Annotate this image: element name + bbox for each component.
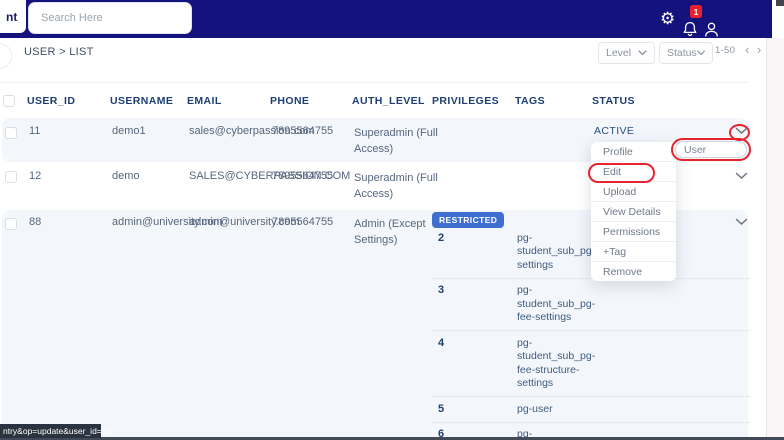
privilege-number: 5 (438, 402, 445, 415)
right-side-panel-strip (766, 38, 784, 440)
privilege-number: 3 (438, 284, 445, 296)
privilege-item: 5 pg-user (432, 397, 750, 423)
search-box (28, 2, 192, 34)
cell-phone: 7895564755 (272, 125, 334, 137)
chevron-down-icon (697, 50, 705, 56)
row-actions-chevron-icon[interactable] (735, 218, 748, 226)
link-preview-statusbar: ntry&op=update&user_id=11 (0, 424, 111, 438)
breadcrumb: USER > LIST (24, 46, 94, 58)
cell-phone: 7895564755 (272, 216, 334, 228)
pagination-range: 1-50 (715, 45, 736, 56)
column-header-phone: PHONE (270, 95, 310, 107)
row-checkbox[interactable] (5, 218, 17, 230)
breadcrumb-stub-button[interactable] (0, 43, 12, 69)
level-filter-label: Level (606, 47, 632, 59)
privilege-item: 3 pg-student_sub_pg-fee-settings (432, 279, 750, 331)
settings-gear-icon[interactable]: ⚙ (660, 9, 675, 29)
annotation-circle-edit (588, 163, 655, 183)
menu-item-remove[interactable]: Remove (591, 261, 676, 281)
privilege-tag: pg-student_sub_pg-fee-settings (517, 284, 596, 323)
select-all-checkbox[interactable] (3, 95, 15, 107)
app-header: nt ⚙ 1 (0, 0, 772, 38)
table-card-top-border (0, 82, 748, 83)
privilege-item: 4 pg-student_sub_pg-fee-structure-settin… (432, 331, 750, 397)
privilege-tag: pg-student_sub_pg-fee-structure-settings (517, 336, 596, 390)
profile-person-icon[interactable] (704, 22, 719, 42)
screen: nt ⚙ 1 USER > LIST Level Status 1-50 ‹ ›… (0, 0, 784, 440)
cell-user-id: 11 (29, 125, 41, 137)
column-header-auth-level: AUTH_LEVEL (352, 95, 425, 107)
cell-status: ACTIVE (594, 125, 635, 137)
menu-item-profile[interactable]: Profile (591, 142, 676, 161)
cell-auth-level: Admin (Except Settings) (354, 218, 426, 246)
pagination-prev-icon[interactable]: ‹ (745, 42, 749, 57)
corner-square (776, 0, 784, 6)
privilege-number: 4 (438, 336, 445, 349)
cell-username: demo1 (112, 125, 146, 137)
cell-auth-level: Superadmin (Full Access) (354, 127, 438, 155)
cell-username: demo (112, 170, 140, 182)
status-filter-label: Status (667, 47, 697, 59)
menu-item-upload[interactable]: Upload (591, 181, 676, 201)
column-header-username: USERNAME (110, 95, 174, 107)
menu-item-add-tag[interactable]: +Tag (591, 241, 676, 261)
level-filter-select[interactable]: Level (598, 42, 655, 64)
privilege-number: 2 (438, 231, 445, 244)
chevron-down-icon (638, 50, 647, 56)
privilege-tag: pg-user (517, 402, 553, 415)
notification-count-badge: 1 (690, 5, 702, 18)
cell-auth-level: Superadmin (Full Access) (354, 172, 438, 200)
notifications-bell-icon[interactable] (682, 21, 698, 42)
annotation-circle-user (671, 138, 751, 161)
row-checkbox[interactable] (5, 127, 17, 139)
column-header-privileges: PRIVILEGES (432, 95, 500, 107)
row-actions-chevron-icon[interactable] (735, 172, 748, 180)
brand-fragment: nt (0, 0, 26, 33)
cell-user-id: 88 (29, 216, 42, 228)
menu-item-view-details[interactable]: View Details (591, 201, 676, 221)
column-header-email: EMAIL (187, 95, 222, 107)
column-header-tags: TAGS (515, 95, 545, 107)
menu-item-permissions[interactable]: Permissions (591, 221, 676, 241)
pagination-next-icon[interactable]: › (757, 42, 761, 57)
cell-user-id: 12 (29, 170, 42, 182)
row-checkbox[interactable] (5, 171, 17, 183)
search-input[interactable] (29, 3, 191, 33)
table-header-row: USER_ID USERNAME EMAIL PHONE AUTH_LEVEL … (0, 93, 784, 115)
status-filter-select[interactable]: Status (659, 42, 713, 64)
column-header-status: STATUS (592, 95, 635, 107)
column-header-user-id: USER_ID (27, 95, 76, 107)
cell-phone: 7895564755 (272, 170, 334, 182)
